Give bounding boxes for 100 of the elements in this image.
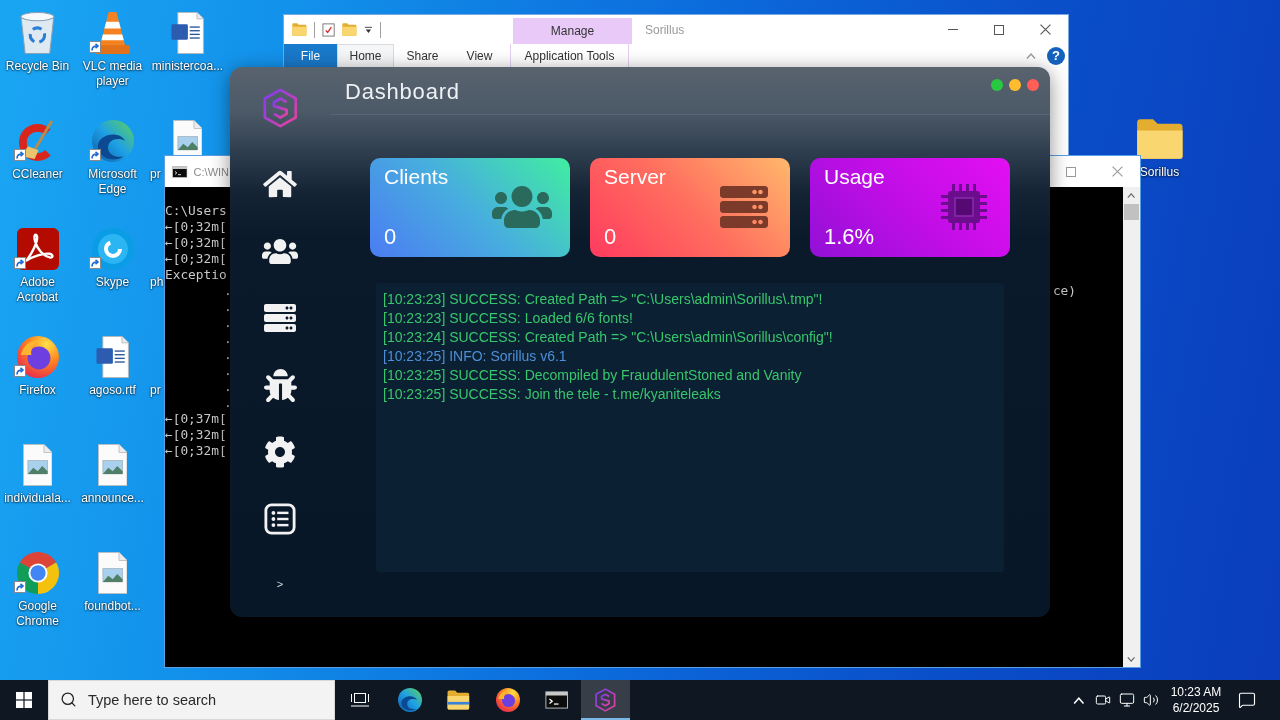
chevron-up-icon [1127,192,1136,198]
traffic-cone-icon[interactable] [94,12,131,54]
card-value: 0 [384,225,397,249]
icon-label[interactable]: announce... [81,491,144,506]
card-title: Usage [824,165,885,189]
users-icon[interactable] [262,236,298,266]
icon-label[interactable]: VLC media player [75,59,150,89]
console-text: C:\Users [165,203,227,219]
document-icon[interactable] [96,336,129,378]
folder-icon[interactable] [1135,118,1184,160]
card-value: 0 [604,225,617,249]
log-line: [10:23:23] SUCCESS: Created Path => "C:\Users\admin\Sorillus\.tmp"! [383,290,823,309]
window-control-button[interactable] [991,79,1003,91]
console-text: . [224,395,232,411]
card-value: 1.6% [824,225,875,249]
help-button[interactable]: ? [1047,46,1065,65]
maximize-icon [994,24,1004,35]
console-text: ce) [1052,283,1076,299]
console-text: ←[0;32m[ [165,427,227,443]
app-logo-icon[interactable] [16,552,59,594]
icon-label[interactable]: Firefox [19,383,56,398]
image-file-icon[interactable] [22,444,53,486]
maximize-icon [1066,166,1076,177]
icon-label[interactable]: Google Chrome [0,599,75,629]
log-line: [10:23:25] SUCCESS: Decompiled by FraudulentStoned and Vanity [383,366,802,385]
settings-icon[interactable] [264,436,296,468]
app-logo-icon[interactable] [16,336,59,378]
icon-label[interactable]: Recycle Bin [5,59,70,74]
icon-label[interactable]: CCleaner [12,167,63,182]
windows-logo-icon [16,692,32,708]
bug-icon[interactable] [263,368,297,402]
image-file-icon[interactable] [97,444,128,486]
monitor-icon[interactable] [1119,692,1135,708]
log-line: [10:23:24] SUCCESS: Created Path => "C:\Users\admin\Sorillus\config"! [383,328,833,347]
scrollbar-thumb[interactable] [1124,204,1139,220]
page-title: Dashboard [345,79,460,105]
icon-label[interactable]: ministercoa... [151,59,224,74]
terminal-icon [544,691,569,709]
console-text: ←[0;37m[ [165,411,227,427]
window-control-button[interactable] [1009,79,1021,91]
window-title: C:\WIN [193,165,230,178]
users-icon [492,183,552,231]
hexagon-logo-icon [595,688,616,712]
clock-date: 6/2/2025 [1172,700,1220,716]
log-line: [10:23:23] SUCCESS: Loaded 6/6 fonts! [383,309,633,328]
console-text: ←[0;32m[ [165,219,227,235]
checklist-icon[interactable] [321,22,335,37]
console-text: . [224,347,232,363]
list-icon[interactable] [264,503,296,535]
image-file-icon[interactable] [97,552,128,594]
card-title: Server [604,165,666,189]
context-tab-header: Manage [513,18,632,44]
search-icon [60,691,77,708]
icon-label[interactable]: Sorillus [1139,165,1180,180]
ribbon-tab[interactable]: File [284,44,337,67]
dropdown-caret-icon[interactable] [363,25,373,34]
icon-label[interactable]: Skype [95,275,130,290]
server-icon[interactable] [264,302,296,334]
console-text: . [224,363,232,379]
icon-label[interactable]: individuala... [4,491,71,506]
task-view-icon [350,692,370,708]
log-line: [10:23:25] INFO: Sorillus v6.1 [383,347,567,366]
log-line: [10:23:25] SUCCESS: Join the tele - t.me/kyaniteleaks [383,385,721,404]
icon-label[interactable]: Adobe Acrobat [0,275,75,305]
terminal-icon [172,165,188,178]
document-icon[interactable] [171,12,204,54]
chip-icon [940,183,988,231]
expand-toggle[interactable]: > [276,577,284,591]
app-logo-icon[interactable] [91,120,134,162]
icon-label[interactable]: ph [150,275,164,290]
image-file-icon[interactable] [172,117,203,155]
volume-icon[interactable] [1143,692,1159,708]
video-camera-icon[interactable] [1095,692,1111,708]
console-text: ←[0;32m[ [165,251,227,267]
recycle-bin-icon[interactable] [20,12,55,54]
icon-label[interactable]: pr [150,383,161,398]
search-field[interactable]: Type here to search [48,680,335,720]
ribbon-tab[interactable]: Home [337,44,394,67]
console-text: . [224,315,232,331]
icon-label[interactable]: pr [150,167,161,182]
console-text: Exceptio [165,267,227,283]
icon-label[interactable]: Microsoft Edge [75,167,150,197]
icon-label[interactable]: foundbot... [84,599,141,614]
ribbon-tab[interactable]: Application Tools [510,44,629,67]
hexagon-logo-icon [262,88,298,128]
clock-time: 10:23 AM [1170,684,1222,700]
close-icon [1039,24,1051,35]
app-logo-icon [495,688,520,712]
close-icon [1111,166,1123,177]
console-text: . [224,379,232,395]
app-logo-icon[interactable] [16,228,59,270]
console-text: . [224,283,232,299]
server-icon [720,183,768,231]
card-title: Clients [384,165,449,189]
notifications-icon[interactable] [1238,691,1256,709]
icon-label[interactable]: agoso.rtf [89,383,136,398]
home-icon[interactable] [263,169,297,199]
window-title: Sorillus [645,22,685,37]
folder-icon [447,690,470,710]
chevron-down-icon [1127,656,1136,662]
